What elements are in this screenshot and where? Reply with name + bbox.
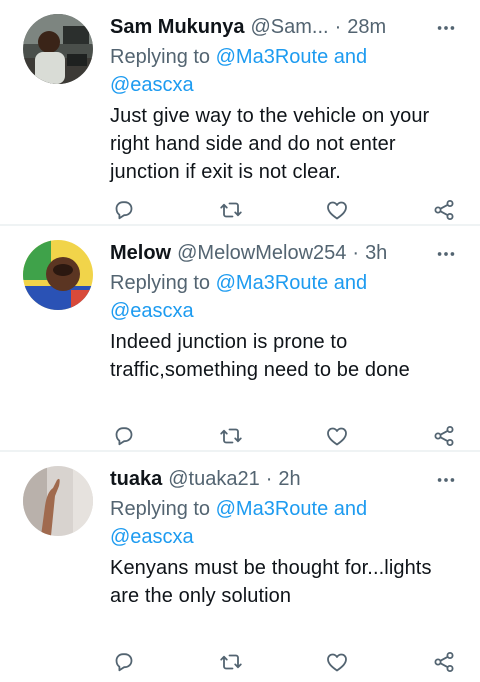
tweet[interactable]: tuaka @tuaka21 · 2h Replying to @Ma3Rout… (0, 452, 480, 678)
display-name[interactable]: Melow (110, 242, 171, 265)
replying-to-label: Replying to (110, 498, 211, 520)
tweet-text: Just give way to the vehicle on your rig… (110, 105, 430, 183)
replying-to-label: Replying to (110, 46, 211, 68)
like-icon[interactable] (323, 648, 351, 676)
reply-feed: Sam Mukunya @Sam... · 28m Replying to @M… (0, 0, 480, 678)
user-handle[interactable]: @MelowMelow254 (177, 242, 346, 265)
mention-link[interactable]: @eascxa (110, 74, 194, 96)
action-bar (110, 648, 458, 676)
more-icon[interactable] (434, 468, 458, 492)
timestamp[interactable]: 2h (278, 468, 300, 491)
mention-link[interactable]: @Ma3Route and (216, 498, 368, 520)
timestamp[interactable]: 28m (347, 16, 386, 39)
timestamp[interactable]: 3h (365, 242, 387, 265)
tweet-header: Sam Mukunya @Sam... · 28m (110, 12, 460, 42)
replying-to: Replying to @Ma3Route and @eascxa (110, 495, 460, 551)
like-icon[interactable] (323, 422, 351, 450)
retweet-icon[interactable] (217, 648, 245, 676)
retweet-icon[interactable] (217, 196, 245, 224)
action-bar (110, 196, 458, 224)
tweet[interactable]: Melow @MelowMelow254 · 3h Replying to @M… (0, 226, 480, 452)
avatar[interactable] (23, 466, 93, 536)
avatar[interactable] (23, 14, 93, 84)
tweet-header: Melow @MelowMelow254 · 3h (110, 238, 460, 268)
separator-dot: · (265, 467, 273, 490)
mention-link[interactable]: @eascxa (110, 526, 194, 548)
mention-link[interactable]: @Ma3Route and (216, 272, 368, 294)
share-icon[interactable] (430, 422, 458, 450)
more-icon[interactable] (434, 16, 458, 40)
mention-link[interactable]: @eascxa (110, 300, 194, 322)
like-icon[interactable] (323, 196, 351, 224)
tweet-text: Kenyans must be thought for...lights are… (110, 557, 432, 607)
tweet-text: Indeed junction is prone to traffic,some… (110, 331, 410, 381)
separator-dot: · (352, 241, 360, 264)
avatar-photo (23, 240, 93, 310)
replying-to: Replying to @Ma3Route and @eascxa (110, 269, 460, 325)
reply-icon[interactable] (110, 648, 138, 676)
mention-link[interactable]: @Ma3Route and (216, 46, 368, 68)
more-icon[interactable] (434, 242, 458, 266)
tweet-content: Melow @MelowMelow254 · 3h Replying to @M… (110, 238, 460, 384)
tweet-header: tuaka @tuaka21 · 2h (110, 464, 460, 494)
user-handle[interactable]: @tuaka21 (168, 468, 259, 491)
reply-icon[interactable] (110, 196, 138, 224)
retweet-icon[interactable] (217, 422, 245, 450)
tweet-content: Sam Mukunya @Sam... · 28m Replying to @M… (110, 12, 460, 186)
separator-dot: · (334, 15, 342, 38)
action-bar (110, 422, 458, 450)
avatar-photo (23, 466, 93, 536)
tweet-content: tuaka @tuaka21 · 2h Replying to @Ma3Rout… (110, 464, 460, 610)
user-handle[interactable]: @Sam... (250, 16, 328, 39)
replying-to: Replying to @Ma3Route and @eascxa (110, 43, 460, 99)
avatar[interactable] (23, 240, 93, 310)
display-name[interactable]: tuaka (110, 468, 162, 491)
tweet[interactable]: Sam Mukunya @Sam... · 28m Replying to @M… (0, 0, 480, 226)
display-name[interactable]: Sam Mukunya (110, 16, 244, 39)
avatar-photo (23, 14, 93, 84)
replying-to-label: Replying to (110, 272, 211, 294)
share-icon[interactable] (430, 196, 458, 224)
reply-icon[interactable] (110, 422, 138, 450)
share-icon[interactable] (430, 648, 458, 676)
